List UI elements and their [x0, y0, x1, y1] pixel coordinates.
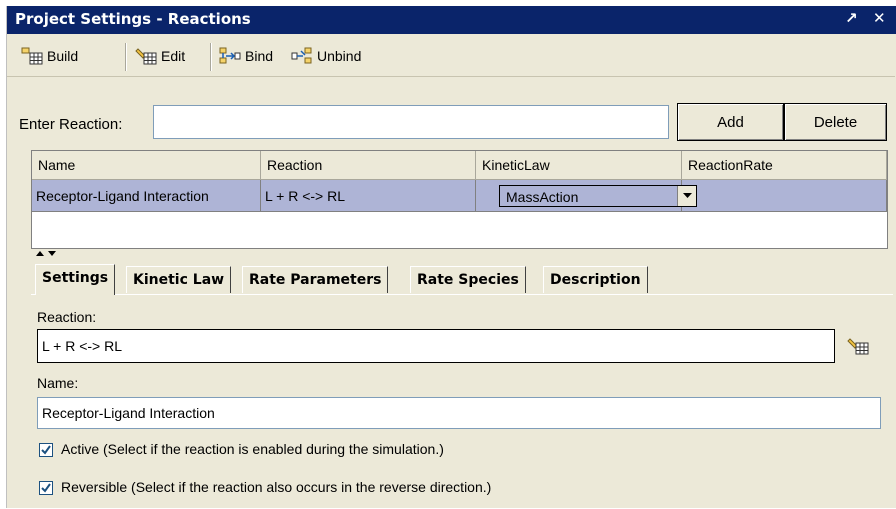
reaction-label: Reaction:	[37, 309, 97, 325]
name-field[interactable]: Receptor-Ligand Interaction	[37, 397, 881, 429]
reversible-label[interactable]: Reversible (Select if the reaction also …	[61, 479, 491, 495]
name-label: Name:	[37, 375, 79, 391]
project-settings-window: Project Settings - Reactions ↗ ✕ Build E…	[6, 6, 896, 508]
edit-pencil-icon[interactable]	[847, 337, 869, 355]
reaction-field[interactable]: L + R <-> RL	[37, 329, 835, 363]
toolbar: Build Edit Bind Unbind	[7, 36, 895, 77]
unbind-icon	[291, 47, 312, 64]
build-icon	[21, 47, 43, 65]
splitter-arrows-icon[interactable]	[35, 250, 57, 263]
bind-label: Bind	[245, 48, 274, 64]
column-header-name[interactable]: Name	[32, 151, 261, 180]
column-header-kineticlaw[interactable]: KineticLaw	[476, 151, 682, 180]
cell-name[interactable]: Receptor-Ligand Interaction	[32, 180, 261, 212]
reactions-table: Name Reaction KineticLaw ReactionRate Re…	[31, 150, 888, 249]
add-button[interactable]: Add	[677, 103, 784, 141]
edit-button[interactable]: Edit	[135, 45, 185, 67]
settings-panel: Reaction: L + R <-> RL Name: Receptor-Li…	[31, 294, 893, 509]
reversible-checkbox[interactable]	[39, 481, 53, 495]
tab-kinetic-law[interactable]: Kinetic Law	[126, 266, 232, 293]
title-bar: Project Settings - Reactions ↗ ✕	[7, 6, 896, 34]
unbind-label: Unbind	[317, 48, 362, 64]
close-icon[interactable]: ✕	[873, 9, 886, 27]
build-label: Build	[47, 48, 79, 64]
delete-button[interactable]: Delete	[784, 103, 887, 141]
window-title: Project Settings - Reactions	[15, 10, 251, 28]
enter-reaction-label: Enter Reaction:	[19, 116, 123, 133]
tab-description[interactable]: Description	[543, 266, 648, 293]
kinetic-law-value: MassAction	[506, 189, 579, 205]
table-row[interactable]: Receptor-Ligand Interaction L + R <-> RL…	[32, 180, 887, 212]
build-button[interactable]: Build	[21, 45, 78, 67]
chevron-down-icon[interactable]	[677, 186, 696, 206]
checkmark-icon	[41, 483, 51, 493]
edit-label: Edit	[161, 48, 186, 64]
bind-icon	[219, 47, 241, 64]
column-header-reactionrate[interactable]: ReactionRate	[682, 151, 887, 180]
tab-rate-parameters[interactable]: Rate Parameters	[242, 266, 389, 293]
bind-button[interactable]: Bind	[219, 45, 273, 67]
toolbar-separator	[125, 43, 127, 71]
kinetic-law-select[interactable]: MassAction	[499, 185, 697, 207]
undock-icon[interactable]: ↗	[845, 9, 858, 27]
tab-rate-species[interactable]: Rate Species	[410, 266, 526, 293]
table-header: Name Reaction KineticLaw ReactionRate	[32, 151, 887, 180]
cell-reactionrate[interactable]	[682, 180, 887, 212]
active-label[interactable]: Active (Select if the reaction is enable…	[61, 441, 444, 457]
checkmark-icon	[41, 445, 51, 455]
unbind-button[interactable]: Unbind	[291, 45, 361, 67]
edit-pencil-icon	[135, 48, 157, 65]
enter-reaction-input[interactable]	[153, 105, 669, 139]
cell-reaction[interactable]: L + R <-> RL	[261, 180, 476, 212]
tab-settings[interactable]: Settings	[35, 264, 116, 295]
toolbar-separator	[210, 43, 212, 71]
active-checkbox[interactable]	[39, 443, 53, 457]
column-header-reaction[interactable]: Reaction	[261, 151, 476, 180]
